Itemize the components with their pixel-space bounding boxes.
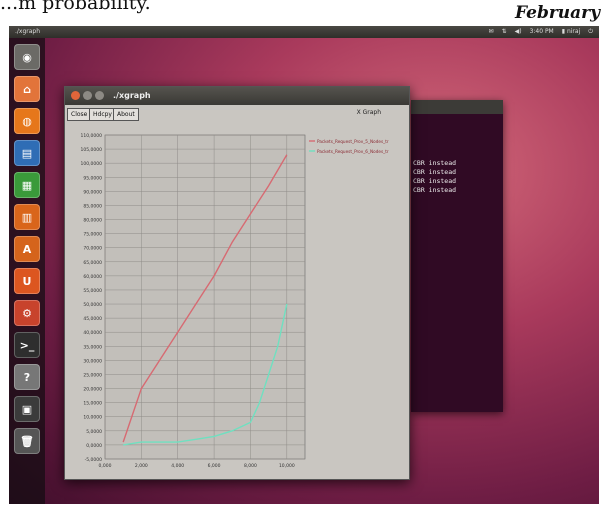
y-tick-label: 90,0000 (83, 189, 102, 195)
window-close-icon[interactable] (71, 91, 80, 100)
x-tick-label: 10,000 (279, 463, 295, 469)
panel-window-title: ./xgraph (15, 28, 41, 35)
y-tick-label: 20,0000 (83, 387, 102, 393)
hardcopy-button[interactable]: Hdcpy (89, 108, 116, 121)
y-tick-label: 105,0000 (81, 147, 103, 153)
y-tick-label: 50,0000 (83, 302, 102, 308)
network-indicator-icon[interactable]: ⇅ (502, 26, 507, 38)
y-tick-label: 85,0000 (83, 203, 102, 209)
home-folder-icon[interactable]: ⌂ (14, 76, 40, 102)
y-tick-label: 30,0000 (83, 358, 102, 364)
panel-indicators: ✉ ⇅ ◀) 3:40 PM ▮ niraj ⏻ (489, 26, 593, 38)
terminal-icon[interactable]: >_ (14, 332, 40, 358)
x-tick-label: 4,000 (171, 463, 184, 469)
y-tick-label: 35,0000 (83, 344, 102, 350)
mail-indicator-icon[interactable]: ✉ (489, 26, 494, 38)
xgraph-plot[interactable]: -5,0000 0,0000 5,0000 10,0000 15,0000 20,0000… (65, 127, 409, 477)
y-tick-label: 95,0000 (83, 175, 102, 181)
system-settings-icon[interactable]: ⚙ (14, 300, 40, 326)
document-fragment-text: ...m probability. (0, 0, 151, 14)
y-tick-label: 25,0000 (83, 372, 102, 378)
user-indicator[interactable]: ▮ niraj (562, 26, 581, 38)
terminal-line: CBR instead (413, 159, 457, 167)
impress-icon[interactable]: ▥ (14, 204, 40, 230)
window-minimize-icon[interactable] (83, 91, 92, 100)
firefox-icon[interactable]: ◍ (14, 108, 40, 134)
about-button[interactable]: About (113, 108, 139, 121)
xgraph-title: ./xgraph (113, 91, 151, 100)
y-tick-label: 15,0000 (83, 401, 102, 407)
y-tick-label: 75,0000 (83, 232, 102, 238)
software-center-icon[interactable]: A (14, 236, 40, 262)
terminal-line: CBR instead (413, 177, 457, 185)
clock-indicator[interactable]: 3:40 PM (530, 26, 554, 38)
close-button[interactable]: Close (67, 108, 92, 121)
y-tick-label: 70,0000 (83, 246, 102, 252)
plot-area (104, 134, 306, 460)
xgraph-titlebar[interactable]: ./xgraph (65, 87, 409, 105)
volume-indicator-icon[interactable]: ◀) (515, 26, 522, 38)
x-tick-label: 2,000 (135, 463, 148, 469)
y-tick-label: -5,0000 (85, 457, 103, 463)
document-header-month: February (514, 3, 600, 23)
x-tick-label: 0,000 (99, 463, 112, 469)
y-tick-label: 65,0000 (83, 260, 102, 266)
trash-icon[interactable]: 🗑 (14, 428, 40, 454)
y-tick-label: 40,0000 (83, 330, 102, 336)
x-tick-label: 6,000 (208, 463, 221, 469)
y-tick-label: 45,0000 (83, 316, 102, 322)
xgraph-body: Close Hdcpy About X Graph -5,0000 0,0000 5… (65, 105, 409, 479)
y-tick-label: 10,0000 (83, 415, 102, 421)
y-tick-label: 55,0000 (83, 288, 102, 294)
desktop-screen: ./xgraph ✉ ⇅ ◀) 3:40 PM ▮ niraj ⏻ ◉ ⌂ ◍ ▤ ▦ ▥… (9, 26, 599, 504)
terminal-line: CBR instead (413, 168, 457, 176)
calc-icon[interactable]: ▦ (14, 172, 40, 198)
top-panel: ./xgraph ✉ ⇅ ◀) 3:40 PM ▮ niraj ⏻ (9, 26, 599, 38)
terminal-line: CBR instead (413, 186, 457, 194)
y-tick-label: 5,0000 (86, 429, 102, 435)
terminal-window[interactable]: CBR instead CBR instead CBR instead CBR … (411, 100, 503, 412)
y-tick-label: 0,0000 (86, 443, 102, 449)
dash-icon[interactable]: ◉ (14, 44, 40, 70)
xgraph-window[interactable]: ./xgraph Close Hdcpy About X Graph -5,00… (64, 86, 410, 480)
graph-label: X Graph (356, 109, 381, 116)
unity-launcher: ◉ ⌂ ◍ ▤ ▦ ▥ A U ⚙ >_? ▣ 🗑 (9, 38, 45, 504)
workspace-icon[interactable]: ▣ (14, 396, 40, 422)
writer-icon[interactable]: ▤ (14, 140, 40, 166)
y-tick-label: 60,0000 (83, 274, 102, 280)
ubuntu-one-icon[interactable]: U (14, 268, 40, 294)
x-tick-label: 8,000 (244, 463, 257, 469)
legend-label: Packets_Request_Prov_6_Nodes_tr (317, 149, 389, 154)
y-tick-label: 80,0000 (83, 218, 102, 224)
window-maximize-icon[interactable] (95, 91, 104, 100)
session-power-icon[interactable]: ⏻ (588, 26, 593, 38)
help-icon[interactable]: ? (14, 364, 40, 390)
y-tick-label: 110,0000 (81, 133, 103, 139)
legend-label: Packets_Request_Prov_5_Nodes_tr (317, 139, 389, 144)
y-tick-label: 100,0000 (81, 161, 103, 167)
